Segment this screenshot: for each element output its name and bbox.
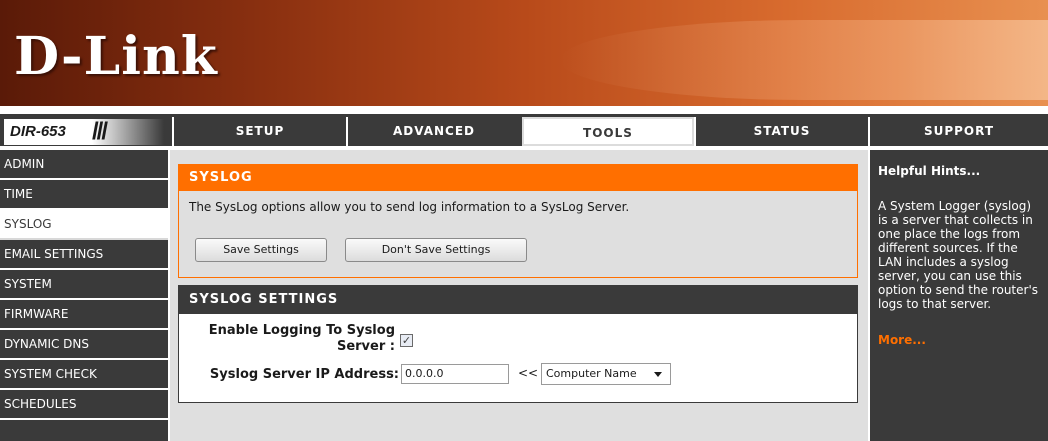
sidebar-item-dynamic-dns[interactable]: DYNAMIC DNS <box>0 330 168 360</box>
enable-logging-label-line2: Server : <box>336 339 395 354</box>
enable-logging-label-line1: Enable Logging To Syslog <box>208 323 395 338</box>
sidebar: ADMIN TIME SYSLOG EMAIL SETTINGS SYSTEM … <box>0 150 168 441</box>
tab-tools[interactable]: TOOLS <box>522 117 694 146</box>
tab-support[interactable]: SUPPORT <box>868 117 1048 146</box>
chevron-down-icon <box>654 372 662 377</box>
sidebar-item-firmware[interactable]: FIRMWARE <box>0 300 168 330</box>
main-content: SYSLOG The SysLog options allow you to s… <box>170 150 868 441</box>
model-badge: DIR-653 /// <box>4 118 164 145</box>
syslog-settings-section: SYSLOG SETTINGS Enable Logging To Syslog… <box>178 285 858 403</box>
model-label: DIR-653 <box>10 123 66 140</box>
tab-setup[interactable]: SETUP <box>172 117 346 146</box>
syslog-section: SYSLOG The SysLog options allow you to s… <box>178 164 858 278</box>
hints-more-link[interactable]: More... <box>878 333 1048 347</box>
hints-body: A System Logger (syslog) is a server tha… <box>878 199 1038 311</box>
tab-status[interactable]: STATUS <box>694 117 868 146</box>
syslog-ip-input[interactable]: 0.0.0.0 <box>401 364 509 384</box>
model-slashes: /// <box>92 118 108 145</box>
top-nav: DIR-653 /// SETUP ADVANCED TOOLS STATUS … <box>0 114 1048 148</box>
dlink-logo: D-Link <box>14 26 218 87</box>
computer-name-select[interactable]: Computer Name <box>541 363 671 385</box>
header-banner: D-Link <box>0 0 1048 110</box>
sidebar-item-email-settings[interactable]: EMAIL SETTINGS <box>0 240 168 270</box>
hints-title: Helpful Hints... <box>878 164 981 178</box>
helpful-hints-panel: Helpful Hints... A System Logger (syslog… <box>870 150 1048 441</box>
copy-arrows[interactable]: << <box>518 366 538 380</box>
syslog-description: The SysLog options allow you to send log… <box>189 200 630 214</box>
check-icon: ✓ <box>401 334 412 347</box>
tab-advanced[interactable]: ADVANCED <box>346 117 520 146</box>
syslog-settings-title: SYSLOG SETTINGS <box>179 286 857 314</box>
sidebar-item-schedules[interactable]: SCHEDULES <box>0 390 168 420</box>
sidebar-item-system[interactable]: SYSTEM <box>0 270 168 300</box>
computer-name-select-value: Computer Name <box>546 367 637 380</box>
sidebar-item-time[interactable]: TIME <box>0 180 168 210</box>
save-settings-button[interactable]: Save Settings <box>195 238 327 262</box>
enable-logging-label: Enable Logging To Syslog Server : <box>199 323 395 355</box>
banner-swoosh <box>560 20 1048 100</box>
sidebar-item-system-check[interactable]: SYSTEM CHECK <box>0 360 168 390</box>
syslog-title: SYSLOG <box>179 165 857 191</box>
dont-save-settings-button[interactable]: Don't Save Settings <box>345 238 527 262</box>
enable-logging-checkbox[interactable]: ✓ <box>400 334 413 347</box>
sidebar-item-syslog[interactable]: SYSLOG <box>0 210 168 240</box>
ip-address-label: Syslog Server IP Address: <box>209 367 399 382</box>
sidebar-item-admin[interactable]: ADMIN <box>0 150 168 180</box>
